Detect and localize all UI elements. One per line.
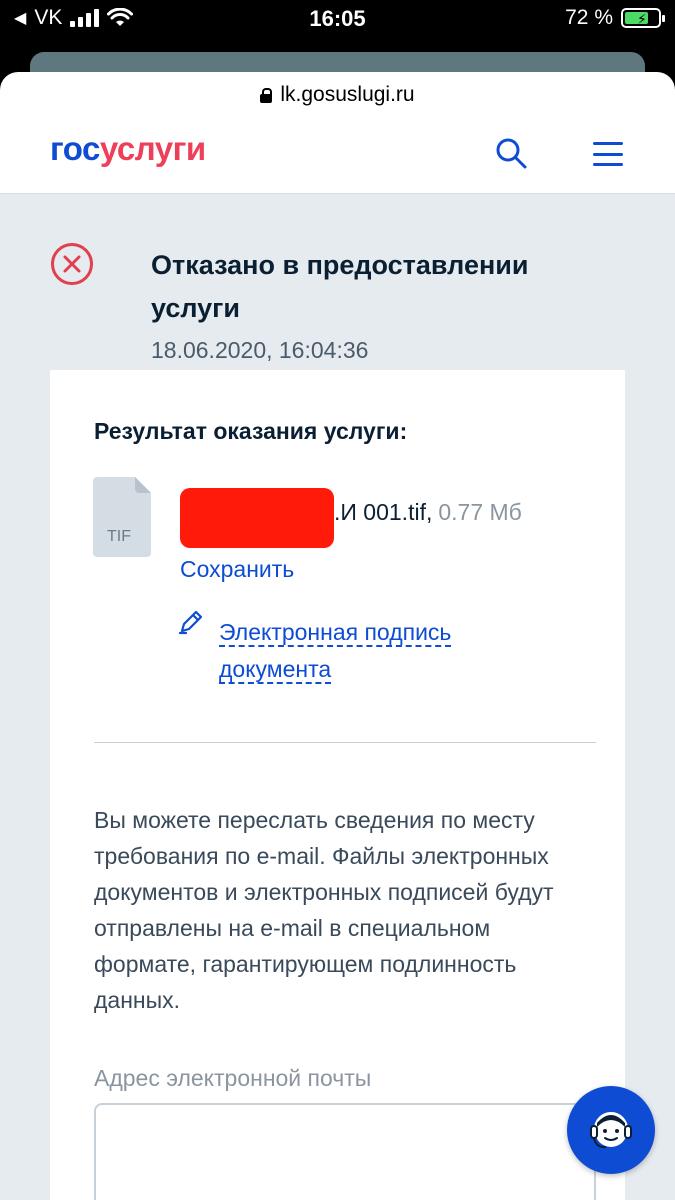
status-bar: ◀ VK 16:05 72 % ⚡ — [0, 0, 675, 40]
site-header: госуслуги — [0, 112, 675, 194]
support-chat-button[interactable] — [567, 1086, 655, 1174]
email-label: Адрес электронной почты — [94, 1065, 372, 1091]
redacted-filename — [180, 488, 334, 548]
status-right: 72 % ⚡ — [565, 6, 665, 30]
status-date: 18.06.2020, 16:04:36 — [151, 337, 369, 363]
signature-link[interactable]: Электронная подпись документа — [219, 614, 519, 688]
signature-pen-icon — [178, 610, 203, 635]
info-text: Вы можете переслать сведения по месту тр… — [94, 807, 554, 1013]
divider — [94, 742, 596, 743]
search-icon[interactable] — [494, 136, 528, 170]
page-content: Отказано в предоставлении услуги 18.06.2… — [0, 194, 675, 1200]
rejected-status-icon — [51, 243, 93, 285]
logo-part-gos: гос — [50, 130, 100, 167]
email-input[interactable] — [94, 1103, 596, 1200]
tif-file-icon[interactable]: TIF — [93, 477, 151, 557]
support-operator-icon — [590, 1112, 632, 1149]
file-size: 0.77 Мб — [438, 498, 522, 525]
file-type-label: TIF — [107, 528, 131, 545]
browser-sheet: lk.gosuslugi.ru госуслуги Отказано в пре… — [0, 72, 675, 1200]
file-name-row: .И 001.tif, 0.77 Мб — [180, 482, 522, 548]
logo-part-uslugi: услуги — [99, 130, 206, 167]
status-title: Отказано в предоставлении услуги — [151, 250, 529, 323]
save-link[interactable]: Сохранить — [180, 556, 294, 583]
gosuslugi-logo[interactable]: госуслуги — [50, 130, 206, 168]
signature-link-text[interactable]: Электронная подпись документа — [219, 619, 452, 684]
battery-percent: 72 % — [565, 6, 613, 29]
hamburger-menu-icon[interactable] — [593, 142, 623, 166]
file-name[interactable]: .И 001.tif, — [334, 499, 432, 526]
result-card: Результат оказания услуги: TIF .И 001.ti… — [50, 370, 625, 1200]
lock-icon — [260, 88, 273, 103]
battery-icon: ⚡ — [621, 8, 665, 28]
url-text: lk.gosuslugi.ru — [280, 83, 415, 106]
result-heading: Результат оказания услуги: — [94, 418, 408, 444]
url-bar[interactable]: lk.gosuslugi.ru — [0, 72, 675, 112]
